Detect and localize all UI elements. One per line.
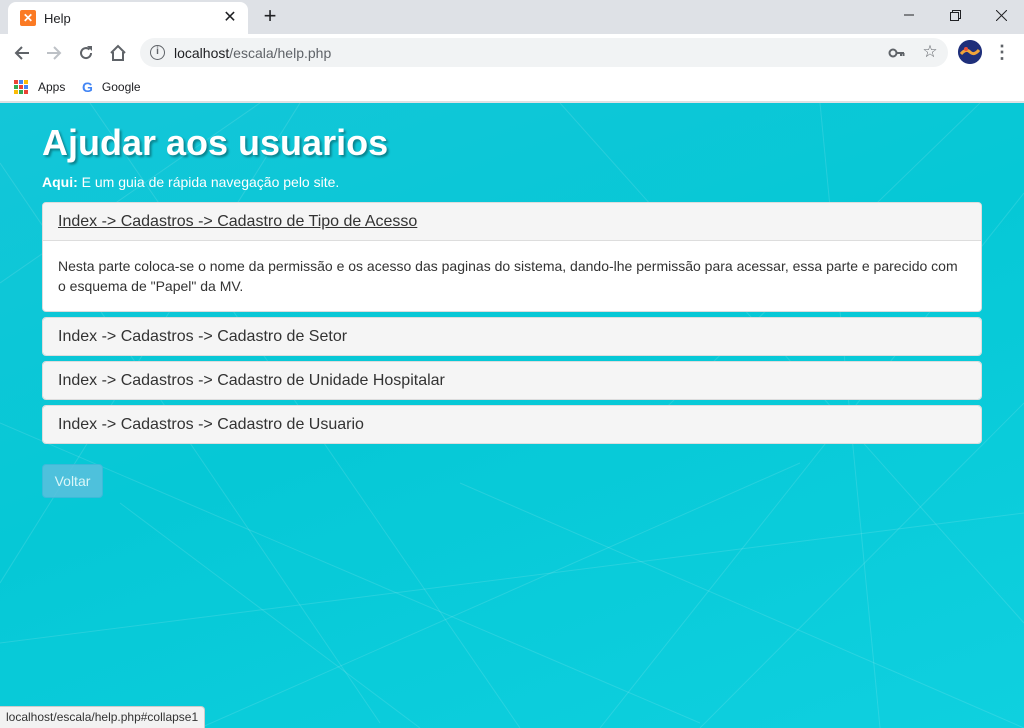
new-tab-icon[interactable]: + xyxy=(258,4,282,28)
bookmark-star-icon[interactable]: ☆ xyxy=(920,42,940,62)
back-arrow-icon[interactable] xyxy=(8,39,36,67)
home-icon[interactable] xyxy=(104,39,132,67)
panel-heading-usuario[interactable]: Index -> Cadastros -> Cadastro de Usuari… xyxy=(43,406,981,443)
bookmark-google[interactable]: G Google xyxy=(82,77,141,97)
panel-heading-setor[interactable]: Index -> Cadastros -> Cadastro de Setor xyxy=(43,318,981,355)
google-icon: G xyxy=(82,79,93,95)
panel-body-tipo-acesso: Nesta parte coloca-se o nome da permissã… xyxy=(58,258,958,294)
browser-tab[interactable]: ✕ Help ✕ xyxy=(8,2,248,34)
tab-title: Help xyxy=(44,11,71,26)
reload-icon[interactable] xyxy=(72,39,100,67)
panel-heading-tipo-acesso[interactable]: Index -> Cadastros -> Cadastro de Tipo d… xyxy=(43,203,981,241)
status-bar-url: localhost/escala/help.php#collapse1 xyxy=(0,706,206,728)
accordion-panel-unidade-hospitalar: Index -> Cadastros -> Cadastro de Unidad… xyxy=(42,361,982,400)
url-path: /escala/help.php xyxy=(229,45,332,61)
bookmark-label: Apps xyxy=(38,80,66,94)
bookmarks-bar: Apps G Google xyxy=(0,72,1024,102)
apps-grid-icon xyxy=(14,80,28,94)
forward-arrow-icon[interactable] xyxy=(40,39,68,67)
bookmark-label: Google xyxy=(101,80,141,94)
profile-avatar[interactable] xyxy=(958,40,982,64)
address-bar[interactable]: i localhost/escala/help.php ☆ xyxy=(140,38,948,67)
accordion-panel-setor: Index -> Cadastros -> Cadastro de Setor xyxy=(42,317,982,356)
accordion-panel-usuario: Index -> Cadastros -> Cadastro de Usuari… xyxy=(42,405,982,444)
accordion-panel-tipo-acesso: Index -> Cadastros -> Cadastro de Tipo d… xyxy=(42,202,982,312)
browser-toolbar: i localhost/escala/help.php ☆ ⋮ xyxy=(0,34,1024,72)
page-viewport: Ajudar aos usuarios Aqui: E um guia de r… xyxy=(0,103,1024,728)
bookmark-apps[interactable]: Apps xyxy=(14,77,65,97)
url-text[interactable]: localhost/escala/help.php xyxy=(174,45,331,61)
subtitle-label: Aqui: xyxy=(42,174,78,190)
more-menu-icon[interactable]: ⋮ xyxy=(992,41,1012,65)
page-title: Ajudar aos usuarios xyxy=(42,122,389,163)
tab-close-icon[interactable]: ✕ xyxy=(220,8,240,28)
info-icon[interactable]: i xyxy=(150,45,165,60)
xampp-favicon-icon: ✕ xyxy=(20,10,36,26)
window-close-icon[interactable] xyxy=(978,0,1024,30)
page-subtitle: Aqui: E um guia de rápida navegação pelo… xyxy=(42,174,339,190)
panel-heading-unidade-hospitalar[interactable]: Index -> Cadastros -> Cadastro de Unidad… xyxy=(43,362,981,399)
url-host: localhost xyxy=(174,45,230,61)
tab-strip: ✕ Help ✕ + xyxy=(0,0,1024,34)
minimize-icon[interactable] xyxy=(886,0,932,30)
voltar-button[interactable]: Voltar xyxy=(42,464,103,498)
key-icon[interactable] xyxy=(888,44,906,62)
restore-icon[interactable] xyxy=(932,0,978,30)
subtitle-text: E um guia de rápida navegação pelo site. xyxy=(77,174,340,190)
